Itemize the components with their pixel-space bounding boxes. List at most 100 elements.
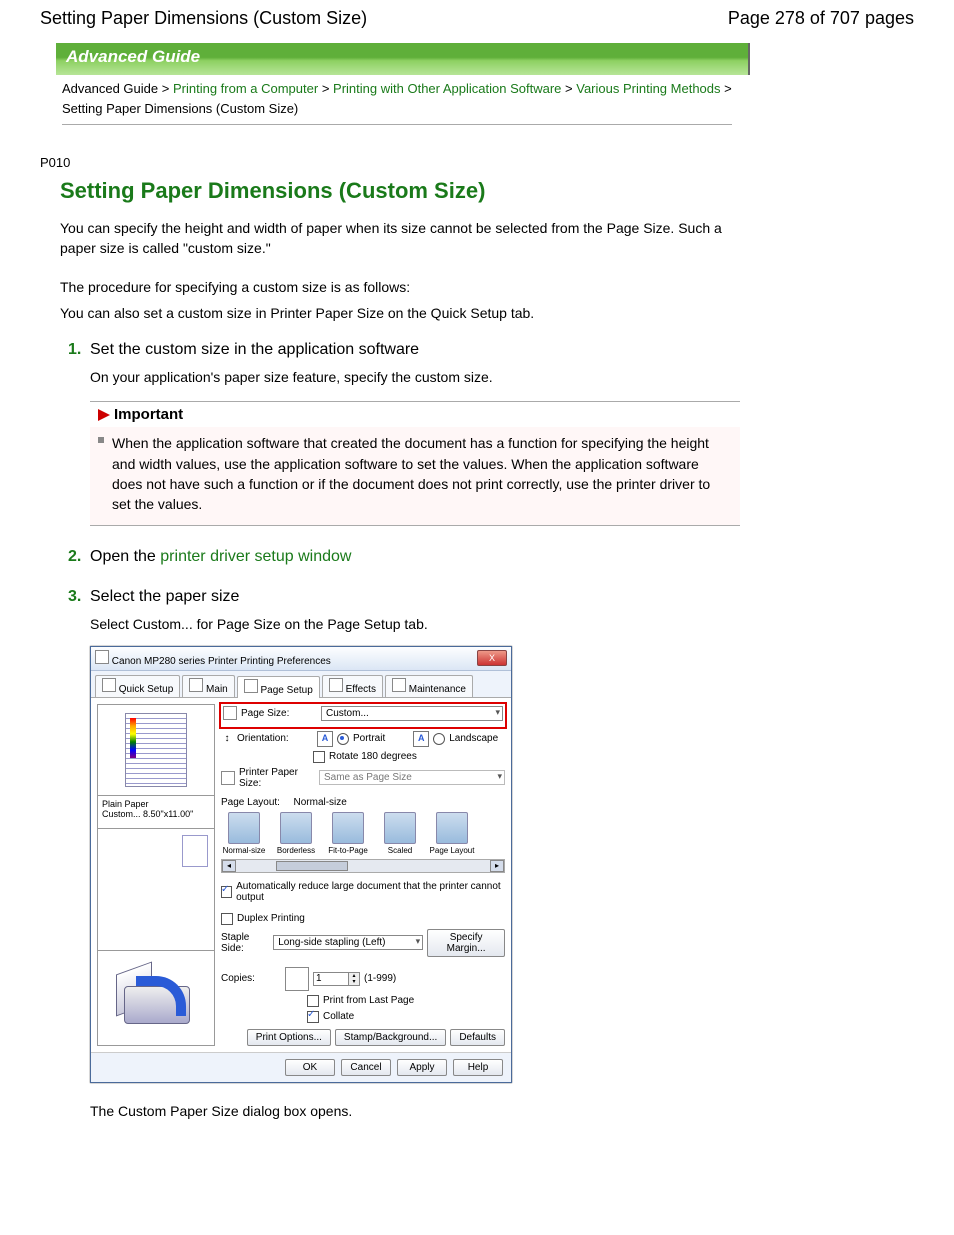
layout-fit[interactable]: Fit-to-Page xyxy=(325,812,371,855)
landscape-label: Landscape xyxy=(449,733,498,744)
collate-checkbox[interactable] xyxy=(307,1011,319,1023)
step-title-pre: Open the xyxy=(90,548,160,565)
rotate-label: Rotate 180 degrees xyxy=(329,751,417,762)
step-number: 1. xyxy=(68,341,81,359)
step-after-text: The Custom Paper Size dialog box opens. xyxy=(90,1101,740,1121)
breadcrumb-link-0[interactable]: Advanced Guide xyxy=(62,81,158,96)
copies-spinner[interactable]: ▴▾ xyxy=(313,972,360,986)
breadcrumb-sep: > xyxy=(322,81,330,96)
landscape-radio[interactable] xyxy=(433,733,445,745)
step-number: 3. xyxy=(68,588,81,606)
specify-margin-button[interactable]: Specify Margin... xyxy=(427,929,505,957)
intro-para-3: You can also set a custom size in Printe… xyxy=(60,303,740,323)
landscape-a-icon: A xyxy=(413,731,429,747)
tab-effects[interactable]: Effects xyxy=(322,675,383,697)
print-options-button[interactable]: Print Options... xyxy=(247,1029,331,1046)
step-body: Select Custom... for Page Size on the Pa… xyxy=(90,614,740,634)
printer-paper-size-label: Printer Paper Size: xyxy=(239,767,315,789)
layout-normal[interactable]: Normal-size xyxy=(221,812,267,855)
breadcrumb-sep: > xyxy=(162,81,170,96)
page-setup-icon xyxy=(244,679,258,693)
copies-label: Copies: xyxy=(221,973,281,984)
tab-page-setup[interactable]: Page Setup xyxy=(237,676,320,698)
paper-size-label: Custom... 8.50"x11.00" xyxy=(102,809,210,819)
important-note: Important When the application software … xyxy=(90,401,740,525)
paper-type-label: Plain Paper xyxy=(102,799,210,809)
auto-reduce-label: Automatically reduce large document that… xyxy=(236,881,505,903)
bullet-icon xyxy=(98,437,104,443)
auto-reduce-checkbox[interactable] xyxy=(221,886,232,898)
step-body: On your application's paper size feature… xyxy=(90,367,740,387)
tab-main[interactable]: Main xyxy=(182,675,234,697)
breadcrumb-sep: > xyxy=(724,81,732,96)
from-last-checkbox[interactable] xyxy=(307,995,319,1007)
main-icon xyxy=(189,678,203,692)
layout-label: Borderless xyxy=(277,846,315,855)
page-icon xyxy=(182,835,208,867)
maintenance-icon xyxy=(392,678,406,692)
print-preferences-dialog: Canon MP280 series Printer Printing Pref… xyxy=(90,646,512,1083)
page-layout-value: Normal-size xyxy=(294,797,347,808)
breadcrumb-link-2[interactable]: Printing with Other Application Software xyxy=(333,81,561,96)
duplex-label: Duplex Printing xyxy=(237,913,305,924)
cancel-button[interactable]: Cancel xyxy=(341,1059,391,1076)
apply-button[interactable]: Apply xyxy=(397,1059,447,1076)
help-button[interactable]: Help xyxy=(453,1059,503,1076)
portrait-radio[interactable] xyxy=(337,733,349,745)
close-button[interactable]: X xyxy=(477,650,507,666)
page-counter: Page 278 of 707 pages xyxy=(728,8,914,29)
breadcrumb: Advanced Guide > Printing from a Compute… xyxy=(62,79,732,125)
article-title: Setting Paper Dimensions (Custom Size) xyxy=(60,178,740,204)
step-number: 2. xyxy=(68,548,81,566)
defaults-button[interactable]: Defaults xyxy=(450,1029,505,1046)
effects-icon xyxy=(329,678,343,692)
staple-dropdown[interactable]: Long-side stapling (Left) xyxy=(273,935,423,950)
dialog-tabs: Quick Setup Main Page Setup Effects Main… xyxy=(91,671,511,698)
ok-button[interactable]: OK xyxy=(285,1059,335,1076)
printer-driver-link[interactable]: printer driver setup window xyxy=(160,548,351,565)
stamp-background-button[interactable]: Stamp/Background... xyxy=(335,1029,446,1046)
printer-paper-size-dropdown[interactable]: Same as Page Size xyxy=(319,770,505,785)
flag-icon xyxy=(98,409,110,421)
document-preview xyxy=(125,713,187,787)
breadcrumb-link-1[interactable]: Printing from a Computer xyxy=(173,81,318,96)
from-last-label: Print from Last Page xyxy=(323,995,414,1006)
layout-pagelayout[interactable]: Page Layout xyxy=(429,812,475,855)
layout-scaled[interactable]: Scaled xyxy=(377,812,423,855)
duplex-checkbox[interactable] xyxy=(221,913,233,925)
layout-scrollbar[interactable]: ◂▸ xyxy=(221,859,505,873)
tab-label: Page Setup xyxy=(261,685,313,696)
tab-quick-setup[interactable]: Quick Setup xyxy=(95,675,180,697)
layout-label: Fit-to-Page xyxy=(328,846,368,855)
step-title: Set the custom size in the application s… xyxy=(90,341,740,359)
intro-para-1: You can specify the height and width of … xyxy=(60,218,740,259)
page-size-dropdown[interactable]: Custom... xyxy=(321,706,503,721)
intro-para-2: The procedure for specifying a custom si… xyxy=(60,277,740,297)
collate-label: Collate xyxy=(323,1011,354,1022)
orientation-icon: ↕ xyxy=(221,733,233,744)
breadcrumb-link-3[interactable]: Various Printing Methods xyxy=(576,81,720,96)
copies-icon xyxy=(285,967,309,991)
layout-borderless[interactable]: Borderless xyxy=(273,812,319,855)
tab-label: Effects xyxy=(346,684,376,695)
layout-label: Page Layout xyxy=(430,846,475,855)
step-title: Select the paper size xyxy=(90,588,740,606)
page-size-label: Page Size: xyxy=(241,708,317,719)
spin-down[interactable]: ▾ xyxy=(349,979,359,985)
highlighted-setting: Page Size: Custom... xyxy=(221,704,505,727)
tab-label: Main xyxy=(206,684,228,695)
breadcrumb-sep: > xyxy=(565,81,573,96)
layout-options: Normal-size Borderless Fit-to-Page Scale… xyxy=(221,812,505,855)
article-code: P010 xyxy=(40,155,954,170)
printer-icon xyxy=(95,650,109,664)
rotate-checkbox[interactable] xyxy=(313,751,325,763)
copies-input[interactable] xyxy=(313,972,349,986)
staple-label: Staple Side: xyxy=(221,932,269,954)
tab-label: Quick Setup xyxy=(119,684,173,695)
copies-range: (1-999) xyxy=(364,973,396,984)
page-size-icon xyxy=(223,706,237,720)
tab-maintenance[interactable]: Maintenance xyxy=(385,675,473,697)
portrait-label: Portrait xyxy=(353,733,385,744)
printer-illustration xyxy=(116,968,196,1028)
advanced-guide-banner: Advanced Guide xyxy=(56,43,750,75)
